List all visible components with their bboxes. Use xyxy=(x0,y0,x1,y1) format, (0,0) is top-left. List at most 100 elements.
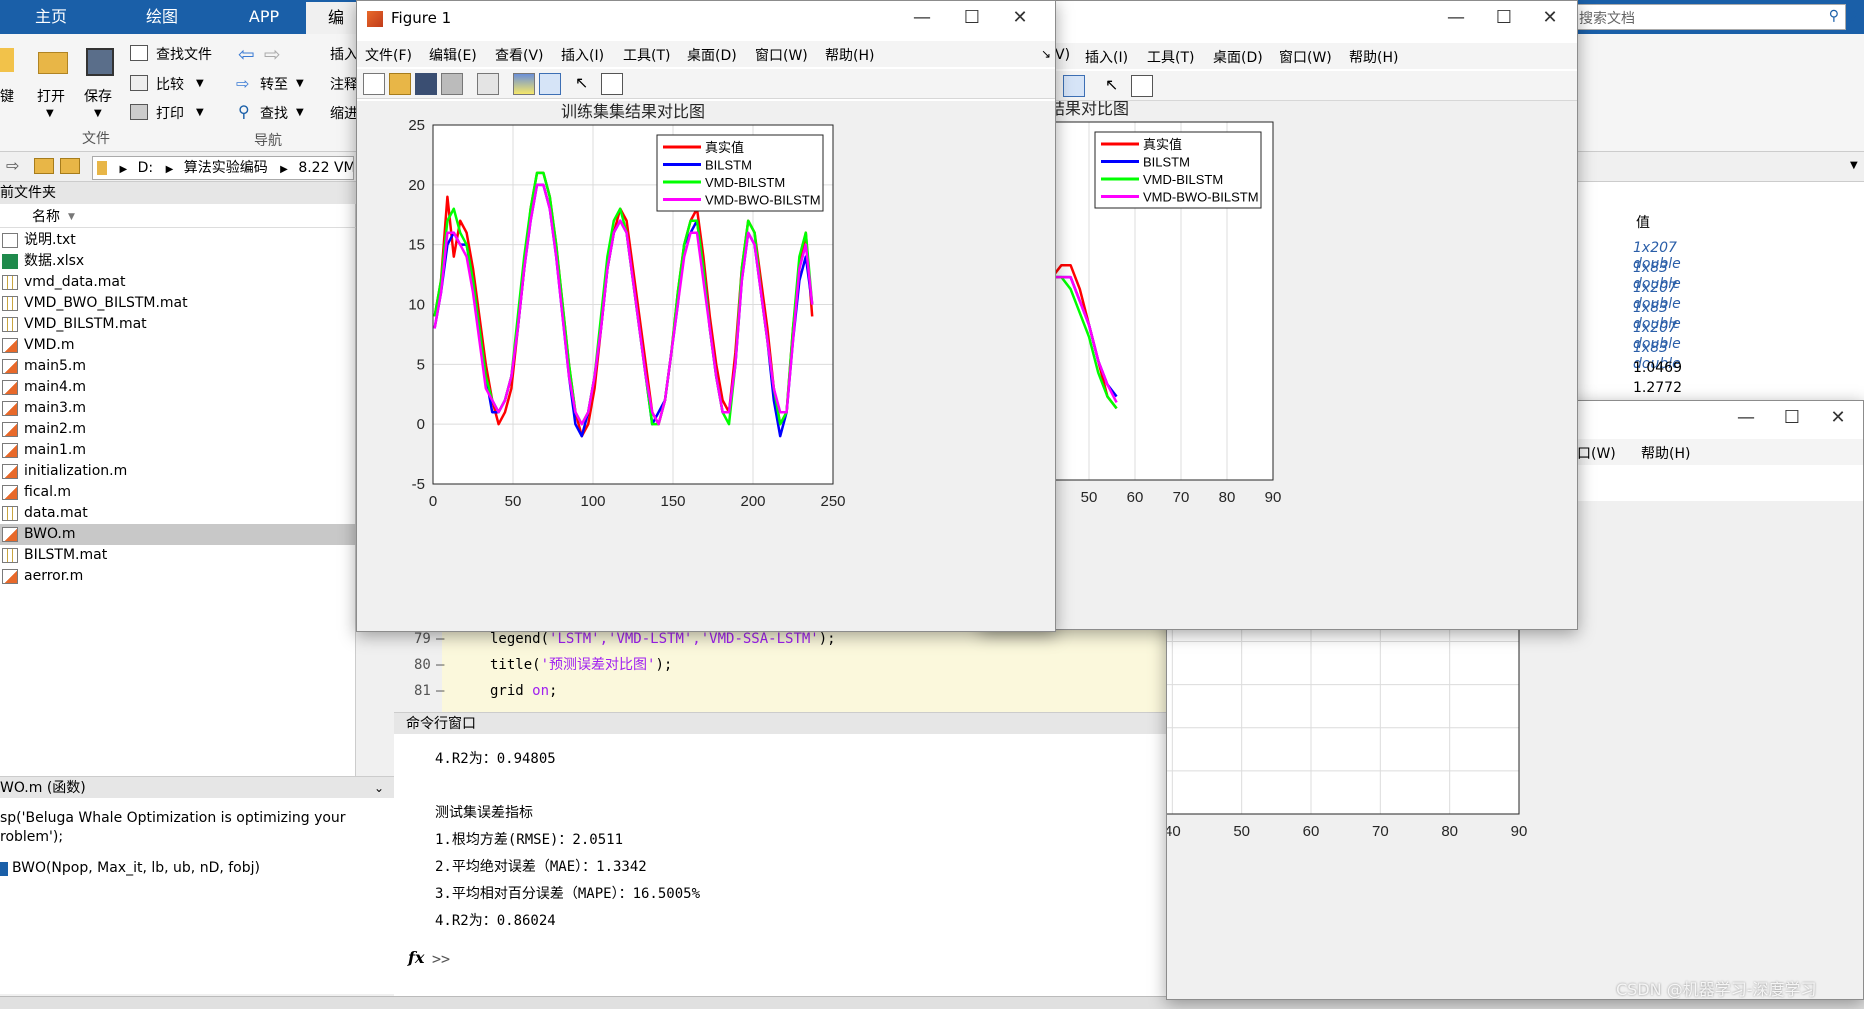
pointer-icon[interactable]: ↖ xyxy=(1105,75,1127,97)
file-col-header[interactable]: 名称 ▼ xyxy=(0,206,356,228)
file-row[interactable]: BWO.m xyxy=(0,524,356,545)
save-icon[interactable] xyxy=(86,48,114,76)
browse-folder-icon[interactable] xyxy=(60,158,80,174)
figure1-menu-edit[interactable]: 编辑(E) xyxy=(429,45,477,65)
file-row[interactable]: VMD_BWO_BILSTM.mat xyxy=(0,293,356,314)
find-files-button[interactable]: 查找文件 xyxy=(156,44,212,64)
tab-home[interactable]: 主页 xyxy=(0,0,102,34)
figure1-menu-insert[interactable]: 插入(I) xyxy=(561,45,604,65)
workspace-value[interactable]: 1.0469 xyxy=(1633,360,1682,376)
file-row[interactable]: main1.m xyxy=(0,440,356,461)
find-files-icon[interactable] xyxy=(130,45,148,61)
file-row[interactable]: initialization.m xyxy=(0,461,356,482)
address-folder-1[interactable]: 算法实验编码 xyxy=(184,160,268,176)
breakpoint-marker[interactable]: — xyxy=(436,652,444,678)
chevron-down-icon[interactable]: ⌄ xyxy=(374,777,384,799)
legend-toggle-icon[interactable] xyxy=(539,73,561,95)
address-path[interactable]: ▶ D: ▶ 算法实验编码 ▶ 8.22 VMD xyxy=(92,156,354,180)
find-magnifier-icon[interactable]: ⚲ xyxy=(238,102,250,121)
goto-icon[interactable]: ⇨ xyxy=(236,74,249,93)
file-row[interactable]: data.mat xyxy=(0,503,356,524)
goto-dropdown-icon[interactable]: ▼ xyxy=(296,78,304,89)
file-row[interactable]: fical.m xyxy=(0,482,356,503)
file-row[interactable]: aerror.m xyxy=(0,566,356,587)
fx-icon[interactable]: fx xyxy=(408,948,424,967)
new-label[interactable]: 键 xyxy=(0,86,14,106)
tab-plots[interactable]: 绘图 xyxy=(102,0,222,34)
file-row[interactable]: VMD.m xyxy=(0,335,356,356)
comment-button[interactable]: 注释 xyxy=(330,74,358,94)
legend-toggle-icon[interactable] xyxy=(1063,75,1085,97)
back-nav-icon[interactable]: ⇨ xyxy=(6,156,19,175)
save-figure-icon[interactable] xyxy=(415,73,437,95)
figure1-menu-help[interactable]: 帮助(H) xyxy=(825,45,874,65)
details-function[interactable]: BWO(Npop, Max_it, lb, ub, nD, fobj) xyxy=(12,860,260,876)
file-row[interactable]: main2.m xyxy=(0,419,356,440)
indent-button[interactable]: 缩进 xyxy=(330,103,358,123)
file-row[interactable]: vmd_data.mat xyxy=(0,272,356,293)
figure1-menu-desktop[interactable]: 桌面(D) xyxy=(687,45,737,65)
forward-arrow-icon[interactable]: ⇨ xyxy=(264,42,281,66)
print-button[interactable]: 打印 xyxy=(156,103,184,123)
print-icon[interactable] xyxy=(130,104,148,120)
close-icon[interactable]: ✕ xyxy=(1527,5,1573,31)
maximize-icon[interactable]: ☐ xyxy=(949,5,995,31)
file-row[interactable]: 说明.txt xyxy=(0,230,356,251)
pointer-icon[interactable]: ↖ xyxy=(575,73,597,95)
maximize-icon[interactable]: ☐ xyxy=(1769,405,1815,431)
search-docs-input[interactable]: 搜索文档 ⚲ xyxy=(1574,4,1846,30)
figure1-menu-tools[interactable]: 工具(T) xyxy=(623,45,670,65)
goto-button[interactable]: 转至 xyxy=(260,74,288,94)
file-col-name[interactable]: 名称 xyxy=(32,206,60,228)
new-figure-icon[interactable] xyxy=(363,73,385,95)
tab-apps[interactable]: APP xyxy=(222,0,306,34)
figure2-menu-desktop[interactable]: 桌面(D) xyxy=(1213,47,1263,67)
maximize-icon[interactable]: ☐ xyxy=(1481,5,1527,31)
compare-button[interactable]: 比较 xyxy=(156,74,184,94)
find-dropdown-icon[interactable]: ▼ xyxy=(296,107,304,118)
print-figure-icon[interactable] xyxy=(441,73,463,95)
figure1-menu-file[interactable]: 文件(F) xyxy=(365,45,412,65)
minimize-icon[interactable]: — xyxy=(1433,5,1479,31)
editor-line[interactable]: 81 — grid on; xyxy=(394,678,1166,704)
property-editor-icon[interactable] xyxy=(1131,75,1153,97)
dock-arrow-icon[interactable]: ↘ xyxy=(1041,47,1051,61)
open-button[interactable]: 打开 xyxy=(37,86,65,106)
file-row[interactable]: main3.m xyxy=(0,398,356,419)
figure1-menu-view[interactable]: 查看(V) xyxy=(495,45,544,65)
file-row[interactable]: 数据.xlsx xyxy=(0,251,356,272)
open-folder-icon[interactable] xyxy=(38,52,68,74)
open-dropdown-icon[interactable]: ▼ xyxy=(46,108,54,119)
command-prompt[interactable]: >> xyxy=(432,950,450,968)
address-folder-2[interactable]: 8.22 VMD xyxy=(298,160,353,176)
find-button[interactable]: 查找 xyxy=(260,103,288,123)
file-row[interactable]: VMD_BILSTM.mat xyxy=(0,314,356,335)
open-file-icon[interactable] xyxy=(389,73,411,95)
figure2-menu-window[interactable]: 窗口(W) xyxy=(1279,47,1332,67)
compare-icon[interactable] xyxy=(130,75,148,91)
figure3-menu-help[interactable]: 帮助(H) xyxy=(1641,443,1690,463)
figure2-menu-view[interactable]: V) xyxy=(1055,47,1070,63)
colorbar-icon[interactable] xyxy=(513,73,535,95)
details-header[interactable]: WO.m (函数) ⌄ xyxy=(0,776,394,798)
close-icon[interactable]: ✕ xyxy=(997,5,1043,31)
breakpoint-marker[interactable]: — xyxy=(436,678,444,704)
figure2-menu-tools[interactable]: 工具(T) xyxy=(1147,47,1194,67)
insert-button[interactable]: 插入 xyxy=(330,44,358,64)
back-arrow-icon[interactable]: ⇦ xyxy=(238,42,255,66)
editor-line[interactable]: 80 — title('预测误差对比图'); xyxy=(394,652,1166,678)
file-row[interactable]: BILSTM.mat xyxy=(0,545,356,566)
minimize-icon[interactable]: — xyxy=(1723,405,1769,431)
link-plot-icon[interactable] xyxy=(477,73,499,95)
address-dropdown-icon[interactable]: ▼ xyxy=(1850,160,1858,171)
minimize-icon[interactable]: — xyxy=(899,5,945,31)
save-dropdown-icon[interactable]: ▼ xyxy=(94,108,102,119)
print-dropdown-icon[interactable]: ▼ xyxy=(196,107,204,118)
address-drive[interactable]: D: xyxy=(138,160,154,176)
up-folder-icon[interactable] xyxy=(34,158,54,174)
workspace-value[interactable]: 1.2772 xyxy=(1633,380,1682,396)
help-icon[interactable]: ? xyxy=(1848,8,1864,28)
figure2-menu-insert[interactable]: 插入(I) xyxy=(1085,47,1128,67)
file-row[interactable]: main5.m xyxy=(0,356,356,377)
file-row[interactable]: main4.m xyxy=(0,377,356,398)
